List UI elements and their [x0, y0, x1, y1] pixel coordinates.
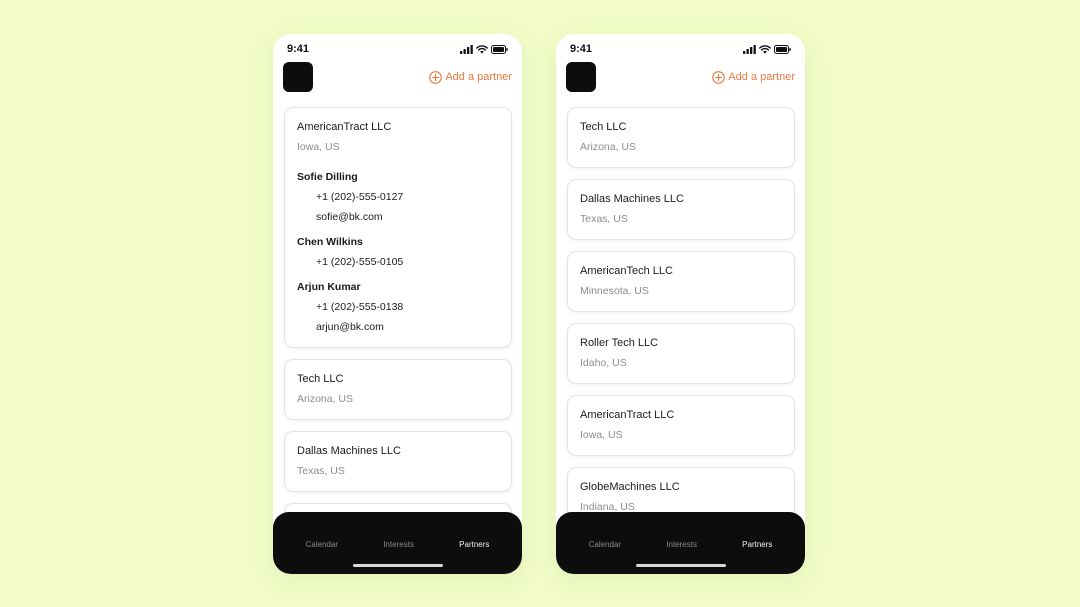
tab-calendar[interactable]: Calendar	[306, 540, 338, 549]
add-partner-label: Add a partner	[728, 71, 795, 83]
add-partner-label: Add a partner	[445, 71, 512, 83]
status-icons	[743, 44, 791, 54]
partner-card[interactable]: Dallas Machines LLC Texas, US	[284, 431, 512, 492]
contact-name: Chen Wilkins	[297, 236, 363, 248]
wifi-icon	[759, 44, 771, 54]
partner-location: Texas, US	[580, 213, 628, 225]
contact-email[interactable]: arjun@bk.com	[297, 319, 499, 335]
partner-location: Iowa, US	[580, 429, 623, 441]
contact-item: Sofie Dilling +1 (202)-555-0127 sofie@bk…	[297, 169, 499, 225]
contact-name: Arjun Kumar	[297, 281, 361, 293]
app-header: Add a partner	[283, 62, 512, 92]
partner-location: Texas, US	[297, 465, 345, 477]
partner-card-expanded[interactable]: AmericanTract LLC Iowa, US Sofie Dilling…	[284, 107, 512, 348]
partner-card[interactable]: Tech LLC Arizona, US	[284, 359, 512, 420]
tab-interests[interactable]: Interests	[383, 540, 414, 549]
tab-partners[interactable]: Partners	[459, 540, 489, 549]
signal-icon	[743, 44, 756, 54]
partner-name: AmericanTech LLC	[580, 265, 673, 277]
partner-name: AmericanTract LLC	[580, 409, 675, 421]
partner-name: Tech LLC	[580, 121, 627, 133]
battery-icon	[774, 44, 791, 54]
contact-phone[interactable]: +1 (202)-555-0105	[297, 254, 499, 270]
partner-card[interactable]: AmericanTract LLC Iowa, US	[567, 395, 795, 456]
status-time: 9:41	[287, 43, 310, 55]
partner-name: Tech LLC	[297, 373, 344, 385]
contact-name: Sofie Dilling	[297, 171, 358, 183]
contact-phone[interactable]: +1 (202)-555-0127	[297, 189, 499, 205]
contact-phone[interactable]: +1 (202)-555-0138	[297, 299, 499, 315]
status-time: 9:41	[570, 43, 593, 55]
phone-screen-left: 9:41 Add a partner AmericanTract LLC Iow…	[273, 34, 522, 574]
tab-bar: Calendar Interests Partners	[556, 512, 805, 574]
wifi-icon	[476, 44, 488, 54]
add-partner-button[interactable]: Add a partner	[429, 70, 512, 84]
app-logo	[283, 62, 313, 92]
partner-name: GlobeMachines LLC	[580, 481, 680, 493]
partner-name: AmericanTract LLC	[297, 121, 392, 133]
partner-name: Roller Tech LLC	[580, 337, 659, 349]
partner-name: Dallas Machines LLC	[580, 193, 684, 205]
phone-screen-right: 9:41 Add a partner Tech LLC Arizona, US …	[556, 34, 805, 574]
tab-bar: Calendar Interests Partners	[273, 512, 522, 574]
add-partner-button[interactable]: Add a partner	[712, 70, 795, 84]
partner-name: Dallas Machines LLC	[297, 445, 401, 457]
signal-icon	[460, 44, 473, 54]
plus-circle-icon	[712, 70, 726, 84]
tab-list: Calendar Interests Partners	[556, 540, 805, 549]
partner-card[interactable]: AmericanTech LLC Minnesota, US	[567, 251, 795, 312]
status-bar: 9:41	[570, 42, 791, 56]
partner-card[interactable]: Dallas Machines LLC Texas, US	[567, 179, 795, 240]
status-bar: 9:41	[287, 42, 508, 56]
partner-list: Tech LLC Arizona, US Dallas Machines LLC…	[567, 107, 795, 574]
tab-partners[interactable]: Partners	[742, 540, 772, 549]
partner-location: Idaho, US	[580, 357, 627, 369]
tab-interests[interactable]: Interests	[666, 540, 697, 549]
partner-location: Minnesota, US	[580, 285, 649, 297]
home-indicator	[635, 564, 726, 567]
contact-email[interactable]: sofie@bk.com	[297, 209, 499, 225]
partner-location: Iowa, US	[297, 141, 340, 153]
app-header: Add a partner	[566, 62, 795, 92]
home-indicator	[352, 564, 443, 567]
contact-item: Chen Wilkins +1 (202)-555-0105	[297, 234, 499, 270]
tab-calendar[interactable]: Calendar	[589, 540, 621, 549]
contact-item: Arjun Kumar +1 (202)-555-0138 arjun@bk.c…	[297, 279, 499, 335]
app-logo	[566, 62, 596, 92]
partner-card[interactable]: Tech LLC Arizona, US	[567, 107, 795, 168]
partner-location: Arizona, US	[580, 141, 637, 153]
tab-list: Calendar Interests Partners	[273, 540, 522, 549]
battery-icon	[491, 44, 508, 54]
plus-circle-icon	[429, 70, 443, 84]
status-icons	[460, 44, 508, 54]
partner-list: AmericanTract LLC Iowa, US Sofie Dilling…	[284, 107, 512, 574]
partner-location: Arizona, US	[297, 393, 354, 405]
partner-card[interactable]: Roller Tech LLC Idaho, US	[567, 323, 795, 384]
